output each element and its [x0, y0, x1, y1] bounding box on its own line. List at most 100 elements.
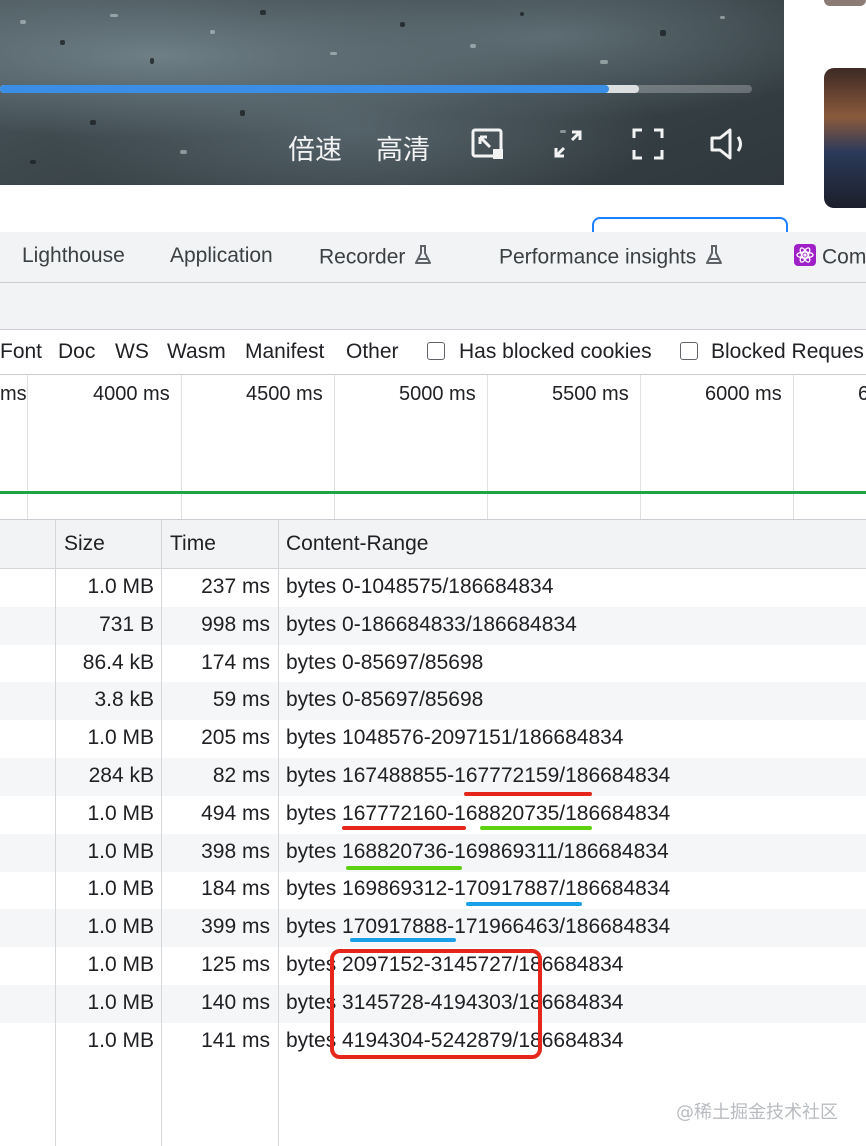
- video-player[interactable]: 倍速 高清: [0, 0, 784, 185]
- time-cell: 399 ms: [201, 915, 270, 939]
- time-cell: 125 ms: [201, 953, 270, 976]
- flask-icon: [704, 244, 724, 272]
- tab-components[interactable]: Com: [794, 244, 866, 272]
- has-blocked-cookies-label: Has blocked cookies: [459, 340, 652, 363]
- size-cell: 1.0 MB: [87, 726, 154, 750]
- time-cell: 59 ms: [212, 688, 270, 712]
- time-cell: 237 ms: [201, 575, 270, 598]
- content-range-cell: bytes 167772160-168820735/186684834: [286, 801, 671, 825]
- size-cell: 86.4 kB: [82, 650, 154, 674]
- tab-performance-insights-label: Performance insights: [499, 245, 697, 269]
- blue-underline: [350, 938, 456, 942]
- column-divider[interactable]: [55, 520, 56, 1146]
- content-range-cell: bytes 1048576-2097151/186684834: [286, 726, 624, 750]
- picture-in-picture-icon[interactable]: [470, 126, 506, 167]
- tab-components-label: Com: [822, 245, 866, 269]
- green-underline: [346, 866, 462, 870]
- table-row[interactable]: 1.0 MB 205 ms bytes 1048576-2097151/186684…: [0, 720, 866, 758]
- timeline-tick: 4000 ms: [93, 383, 170, 405]
- time-cell: 398 ms: [201, 839, 270, 863]
- size-cell: 1.0 MB: [87, 1028, 154, 1052]
- dom-content-loaded-line: [0, 491, 866, 494]
- filter-doc[interactable]: Doc: [58, 340, 95, 364]
- playback-speed-button[interactable]: 倍速: [288, 128, 342, 167]
- network-overview-timeline[interactable]: ms 4000 ms 4500 ms 5000 ms 5500 ms 6000 …: [0, 375, 866, 520]
- content-range-cell: bytes 0-186684833/186684834: [286, 612, 577, 636]
- tab-application[interactable]: Application: [170, 244, 273, 268]
- filter-other[interactable]: Other: [346, 340, 399, 364]
- green-underline: [480, 826, 592, 830]
- filter-font[interactable]: Font: [0, 340, 42, 364]
- blocked-requests-checkbox[interactable]: [680, 342, 698, 360]
- content-range-cell: bytes 167488855-167772159/186684834: [286, 764, 671, 787]
- size-cell: 3.8 kB: [94, 688, 154, 712]
- table-row[interactable]: 284 kB 82 ms bytes 167488855-167772159/186…: [0, 758, 866, 796]
- time-cell: 140 ms: [201, 990, 270, 1014]
- time-cell: 205 ms: [201, 726, 270, 750]
- column-header-time[interactable]: Time: [170, 532, 216, 556]
- tab-lighthouse[interactable]: Lighthouse: [22, 244, 125, 268]
- network-toolbar: [0, 283, 866, 330]
- column-divider[interactable]: [278, 520, 279, 1146]
- size-cell: 1.0 MB: [87, 877, 154, 901]
- size-cell: 1.0 MB: [87, 990, 154, 1014]
- timeline-gridline: [640, 375, 641, 519]
- has-blocked-cookies-checkbox[interactable]: [427, 342, 445, 360]
- recommend-thumbnail[interactable]: [824, 68, 866, 208]
- fullscreen-icon[interactable]: [630, 126, 666, 167]
- watermark: @稀土掘金技术社区: [676, 1102, 838, 1123]
- quality-button[interactable]: 高清: [376, 128, 430, 167]
- size-cell: 731 B: [99, 612, 154, 636]
- column-header-size[interactable]: Size: [64, 532, 105, 556]
- content-range-cell: bytes 168820736-169869311/186684834: [286, 839, 669, 863]
- table-row[interactable]: 1.0 MB 237 ms bytes 0-1048575/186684834: [0, 569, 866, 607]
- web-fullscreen-icon[interactable]: [550, 126, 586, 167]
- time-cell: 998 ms: [201, 612, 270, 636]
- video-progress-bar[interactable]: [0, 85, 752, 93]
- red-underline: [464, 792, 592, 796]
- timeline-tick: ms: [0, 383, 27, 405]
- tab-recorder[interactable]: Recorder: [319, 244, 433, 272]
- size-cell: 1.0 MB: [87, 915, 154, 939]
- time-cell: 184 ms: [201, 877, 270, 901]
- column-divider[interactable]: [161, 520, 162, 1146]
- flask-icon: [413, 244, 433, 272]
- red-underline: [342, 826, 466, 830]
- table-row[interactable]: 731 B 998 ms bytes 0-186684833/186684834: [0, 606, 866, 645]
- time-cell: 141 ms: [201, 1028, 270, 1052]
- content-range-cell: bytes 169869312-170917887/186684834: [286, 877, 671, 901]
- timeline-tick: 6000 ms: [705, 383, 782, 405]
- blue-underline: [466, 902, 582, 906]
- blocked-requests-label: Blocked Reques: [711, 340, 864, 363]
- timeline-gridline: [487, 375, 488, 519]
- table-row[interactable]: 86.4 kB 174 ms bytes 0-85697/85698: [0, 645, 866, 683]
- time-cell: 82 ms: [212, 764, 270, 787]
- content-range-cell: bytes 0-85697/85698: [286, 650, 484, 674]
- filter-manifest[interactable]: Manifest: [245, 340, 324, 364]
- filter-ws[interactable]: WS: [115, 340, 149, 364]
- table-row[interactable]: 3.8 kB 59 ms bytes 0-85697/85698: [0, 682, 866, 721]
- react-icon: [794, 244, 816, 272]
- video-played-fill: [0, 85, 610, 93]
- timeline-gridline: [181, 375, 182, 519]
- table-row[interactable]: 1.0 MB 184 ms bytes 169869312-170917887/18…: [0, 871, 866, 909]
- filter-wasm[interactable]: Wasm: [167, 340, 226, 364]
- time-cell: 494 ms: [201, 801, 270, 825]
- table-header: Size Time Content-Range: [0, 520, 866, 569]
- tab-recorder-label: Recorder: [319, 245, 406, 269]
- red-highlight-box: [330, 949, 542, 1059]
- timeline-tick: 6: [858, 383, 866, 405]
- recommend-thumbnail[interactable]: [824, 0, 866, 6]
- volume-icon[interactable]: [708, 126, 752, 167]
- size-cell: 284 kB: [88, 764, 154, 787]
- size-cell: 1.0 MB: [87, 801, 154, 825]
- timeline-gridline: [27, 375, 28, 519]
- size-cell: 1.0 MB: [87, 953, 154, 976]
- column-header-content-range[interactable]: Content-Range: [286, 532, 428, 556]
- tab-performance-insights[interactable]: Performance insights: [499, 244, 724, 272]
- resource-type-filter-bar: Font Doc WS Wasm Manifest Other Has bloc…: [0, 330, 866, 375]
- timeline-tick: 5000 ms: [399, 383, 476, 405]
- size-cell: 1.0 MB: [87, 575, 154, 598]
- devtools-tab-bar: Lighthouse Application Recorder Performa…: [0, 232, 866, 283]
- content-range-cell: bytes 0-85697/85698: [286, 688, 484, 712]
